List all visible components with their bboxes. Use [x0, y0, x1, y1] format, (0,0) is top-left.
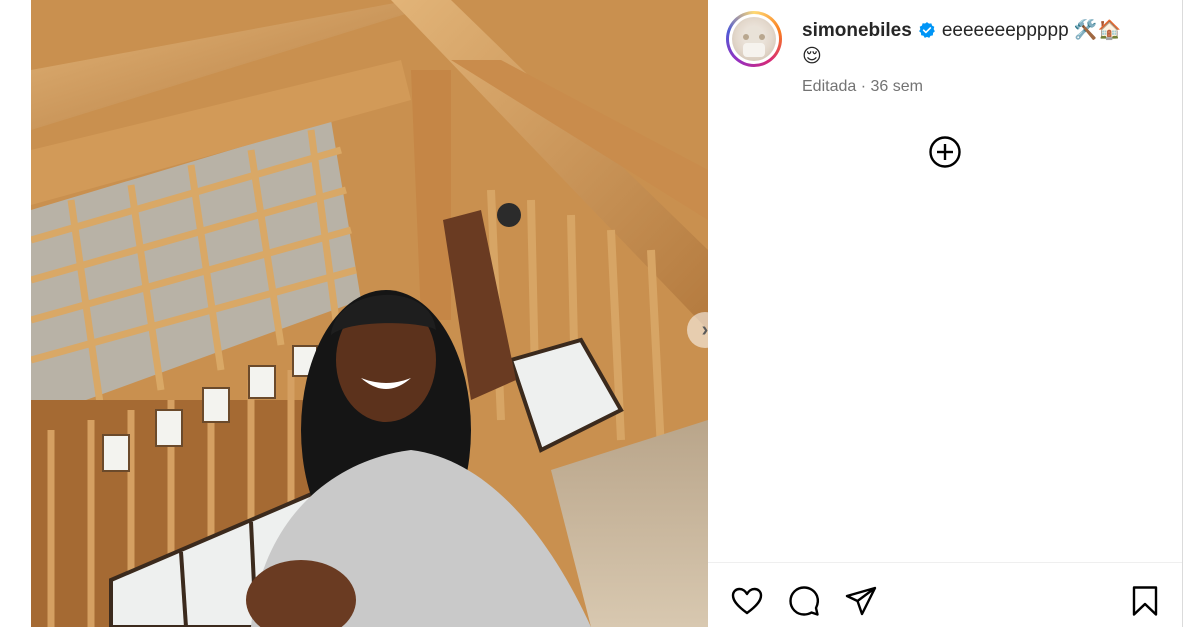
comment-icon[interactable] [787, 584, 821, 618]
author-username[interactable]: simonebiles [802, 20, 912, 41]
send-icon[interactable] [844, 584, 878, 618]
relieved-emoji: 😌 [802, 46, 822, 67]
post-meta: Editada · 36 sem [802, 78, 923, 96]
heart-icon[interactable] [730, 584, 764, 618]
profile-photo-icon [732, 17, 776, 61]
avatar[interactable] [726, 11, 782, 67]
verified-badge-icon [918, 22, 935, 38]
edited-label: Editada [802, 78, 857, 95]
bookmark-icon[interactable] [1128, 584, 1162, 618]
post-photo-illustration [31, 0, 708, 627]
post-age[interactable]: 36 sem [871, 78, 923, 95]
post-photo[interactable]: › [31, 0, 708, 627]
meta-separator: · [860, 78, 867, 95]
post-caption: simonebiles eeeeeeeppppp 🛠️🏠 😌 [802, 18, 1162, 70]
house-emoji: 🏠 [1097, 20, 1122, 41]
post-sidebar: simonebiles eeeeeeeppppp 🛠️🏠 😌 Editada · … [708, 0, 1183, 627]
tools-emoji: 🛠️ [1073, 20, 1098, 41]
plus-circle-icon[interactable] [928, 135, 962, 169]
actions-divider [708, 562, 1182, 563]
caption-text: eeeeeeeppppp [941, 20, 1069, 41]
